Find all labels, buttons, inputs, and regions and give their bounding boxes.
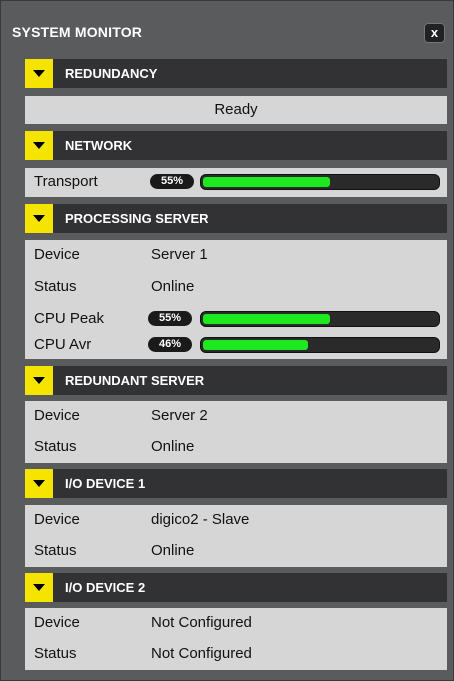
status-row: Status Online [25,538,447,564]
device-value: Not Configured [151,614,252,631]
network-toggle-button[interactable] [25,131,53,160]
device-value: Server 2 [151,407,208,424]
section-panel-redundancy: Ready [25,96,447,124]
section-header-network[interactable]: NETWORK [25,131,447,160]
section-panel-io-device-2: Device Not Configured Status Not Configu… [25,608,447,670]
section-title: I/O DEVICE 1 [65,476,146,491]
chevron-down-icon [33,480,45,487]
cpu-peak-row: CPU Peak 55% [25,306,447,332]
section-title: REDUNDANT SERVER [65,373,205,388]
device-label: Device [34,614,80,631]
close-icon: x [430,25,439,40]
status-row: Status Online [25,434,447,460]
cpu-avr-meter-fill [203,340,309,350]
section-panel-processing-server: Device Server 1 Status Online CPU Peak 5… [25,240,447,359]
device-value: digico2 - Slave [151,511,250,528]
status-label: Status [34,278,77,295]
cpu-avr-percent: 46% [148,337,192,352]
status-label: Status [34,542,77,559]
redundant-server-toggle-button[interactable] [25,366,53,395]
device-row: Device Server 1 [25,242,447,268]
transport-meter-fill [203,177,330,187]
chevron-down-icon [33,70,45,77]
section-title: REDUNDANCY [65,66,158,81]
chevron-down-icon [33,215,45,222]
section-header-io-device-1[interactable]: I/O DEVICE 1 [25,469,447,498]
device-label: Device [34,511,80,528]
status-value: Not Configured [151,645,252,662]
transport-label: Transport [34,173,98,190]
section-title: I/O DEVICE 2 [65,580,146,595]
cpu-peak-label: CPU Peak [34,310,105,327]
status-value: Online [151,438,195,455]
cpu-peak-percent: 55% [148,311,192,326]
section-header-redundant-server[interactable]: REDUNDANT SERVER [25,366,447,395]
status-label: Status [34,645,77,662]
chevron-down-icon [33,142,45,149]
section-panel-redundant-server: Device Server 2 Status Online [25,401,447,463]
cpu-avr-row: CPU Avr 46% [25,332,447,358]
io-device-2-toggle-button[interactable] [25,573,53,602]
status-label: Status [34,438,77,455]
device-row: Device digico2 - Slave [25,507,447,533]
device-value: Server 1 [151,246,208,263]
device-row: Device Server 2 [25,403,447,429]
transport-meter [200,174,440,190]
system-monitor-window: SYSTEM MONITOR x REDUNDANCY Ready NETWOR… [0,0,454,681]
cpu-avr-label: CPU Avr [34,336,92,353]
redundancy-status: Ready [214,101,258,118]
status-row: Status Not Configured [25,641,447,667]
cpu-peak-meter [200,311,440,327]
device-label: Device [34,407,80,424]
section-title: PROCESSING SERVER [65,211,209,226]
status-value: Online [151,278,195,295]
window-title: SYSTEM MONITOR [12,24,143,40]
device-label: Device [34,246,80,263]
redundancy-row: Ready [25,97,447,123]
device-row: Device Not Configured [25,610,447,636]
section-header-redundancy[interactable]: REDUNDANCY [25,59,447,88]
transport-row: Transport 55% [25,169,447,195]
section-panel-io-device-1: Device digico2 - Slave Status Online [25,505,447,567]
cpu-avr-meter [200,337,440,353]
status-row: Status Online [25,274,447,300]
io-device-1-toggle-button[interactable] [25,469,53,498]
section-header-io-device-2[interactable]: I/O DEVICE 2 [25,573,447,602]
chevron-down-icon [33,584,45,591]
section-title: NETWORK [65,138,133,153]
section-header-processing-server[interactable]: PROCESSING SERVER [25,204,447,233]
close-button[interactable]: x [424,23,445,43]
redundancy-toggle-button[interactable] [25,59,53,88]
chevron-down-icon [33,377,45,384]
status-value: Online [151,542,195,559]
processing-server-toggle-button[interactable] [25,204,53,233]
section-panel-network: Transport 55% [25,168,447,197]
transport-percent: 55% [150,174,194,189]
cpu-peak-meter-fill [203,314,330,324]
